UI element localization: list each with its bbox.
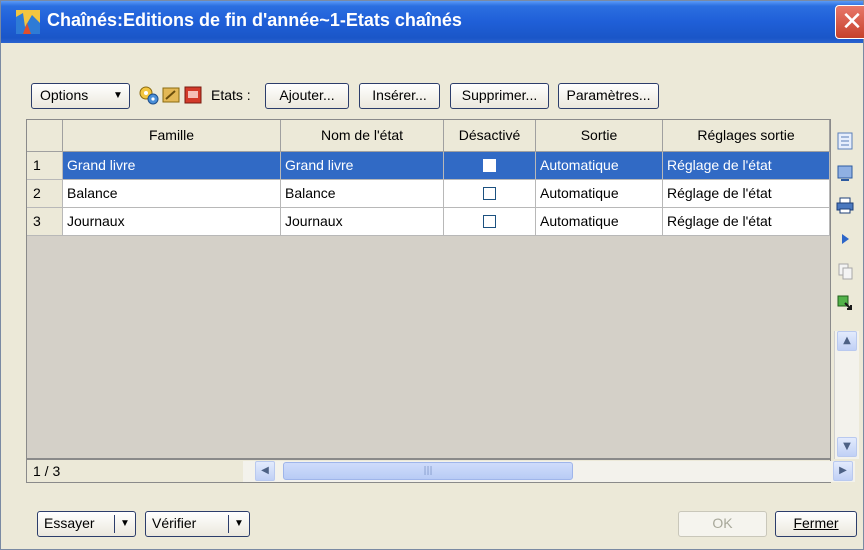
cell-desactive[interactable] <box>444 152 536 180</box>
scroll-thumb[interactable]: ||| <box>283 462 573 480</box>
desactive-checkbox[interactable] <box>482 187 496 200</box>
etats-label: Etats : <box>211 87 251 103</box>
folder-icon[interactable] <box>161 85 181 105</box>
cell-reglages-sortie[interactable]: Réglage de l'état <box>663 208 830 236</box>
states-table[interactable]: Famille Nom de l'état Désactivé Sortie R… <box>26 119 831 459</box>
app-icon <box>16 10 40 34</box>
vertical-scrollbar[interactable]: ▲ ▼ <box>834 331 859 459</box>
verifier-label: Vérifier <box>152 515 197 531</box>
supprimer-button[interactable]: Supprimer... <box>450 83 549 109</box>
report-red-icon[interactable] <box>183 85 203 105</box>
status-bar: 1 / 3 ◀ ||| ▶ <box>26 459 855 483</box>
inserer-button[interactable]: Insérer... <box>359 83 440 109</box>
chevron-down-icon: ▼ <box>113 90 123 101</box>
desactive-checkbox[interactable] <box>482 215 496 228</box>
export-icon[interactable] <box>835 293 855 313</box>
column-header-sortie[interactable]: Sortie <box>536 120 663 152</box>
chevron-down-icon[interactable]: ▼ <box>228 512 250 536</box>
cell-sortie[interactable]: Automatique <box>536 152 663 180</box>
print-icon[interactable] <box>835 195 855 215</box>
essayer-label: Essayer <box>44 515 95 531</box>
cell-sortie[interactable]: Automatique <box>536 180 663 208</box>
scroll-right-button[interactable]: ▶ <box>833 461 853 481</box>
cell-nom-etat[interactable]: Journaux <box>281 208 444 236</box>
ajouter-button[interactable]: Ajouter... <box>265 83 349 109</box>
column-settings-icon[interactable] <box>835 131 855 151</box>
fermer-button[interactable]: Fermer <box>775 511 857 537</box>
dialog-window: Chaînés:Editions de fin d'année~1-Etats … <box>0 0 864 550</box>
options-label: Options <box>40 87 89 103</box>
table-row[interactable]: 2 Balance Balance Automatique Réglage de… <box>27 180 830 208</box>
desactive-checkbox[interactable] <box>482 159 496 172</box>
cell-desactive[interactable] <box>444 180 536 208</box>
record-counter: 1 / 3 <box>33 463 61 479</box>
copy-icon[interactable] <box>835 261 855 281</box>
scroll-down-button[interactable]: ▼ <box>837 437 857 457</box>
scroll-up-button[interactable]: ▲ <box>837 331 857 351</box>
column-header-nom-etat[interactable]: Nom de l'état <box>281 120 444 152</box>
options-dropdown[interactable]: Options ▼ <box>31 83 130 109</box>
horizontal-scrollbar[interactable]: ◀ ||| ▶ <box>243 461 855 482</box>
close-button[interactable]: ✕ <box>835 5 864 39</box>
column-header-famille[interactable]: Famille <box>63 120 281 152</box>
cell-famille[interactable]: Journaux <box>63 208 281 236</box>
ok-button[interactable]: OK <box>678 511 767 537</box>
cell-sortie[interactable]: Automatique <box>536 208 663 236</box>
scroll-left-button[interactable]: ◀ <box>255 461 275 481</box>
table-row[interactable]: 1 Grand livre Grand livre Automatique Ré… <box>27 152 830 180</box>
row-number: 3 <box>27 208 63 236</box>
cell-nom-etat[interactable]: Balance <box>281 180 444 208</box>
cell-nom-etat[interactable]: Grand livre <box>281 152 444 180</box>
row-number: 2 <box>27 180 63 208</box>
cell-famille[interactable]: Grand livre <box>63 152 281 180</box>
row-number: 1 <box>27 152 63 180</box>
table-row[interactable]: 3 Journaux Journaux Automatique Réglage … <box>27 208 830 236</box>
column-header-reglages-sortie[interactable]: Réglages sortie <box>663 120 830 152</box>
verifier-split-button[interactable]: Vérifier ▼ <box>145 511 250 537</box>
play-icon[interactable] <box>835 229 855 249</box>
cell-reglages-sortie[interactable]: Réglage de l'état <box>663 152 830 180</box>
parametres-button[interactable]: Paramètres... <box>558 83 659 109</box>
preview-icon[interactable] <box>835 163 855 183</box>
essayer-split-button[interactable]: Essayer ▼ <box>37 511 136 537</box>
chevron-down-icon[interactable]: ▼ <box>114 512 136 536</box>
settings-gears-icon[interactable] <box>139 85 159 105</box>
cell-desactive[interactable] <box>444 208 536 236</box>
cell-famille[interactable]: Balance <box>63 180 281 208</box>
title-bar[interactable]: Chaînés:Editions de fin d'année~1-Etats … <box>1 1 864 43</box>
window-title: Chaînés:Editions de fin d'année~1-Etats … <box>47 10 462 30</box>
row-number-header <box>27 120 63 152</box>
column-header-desactive[interactable]: Désactivé <box>444 120 536 152</box>
cell-reglages-sortie[interactable]: Réglage de l'état <box>663 180 830 208</box>
